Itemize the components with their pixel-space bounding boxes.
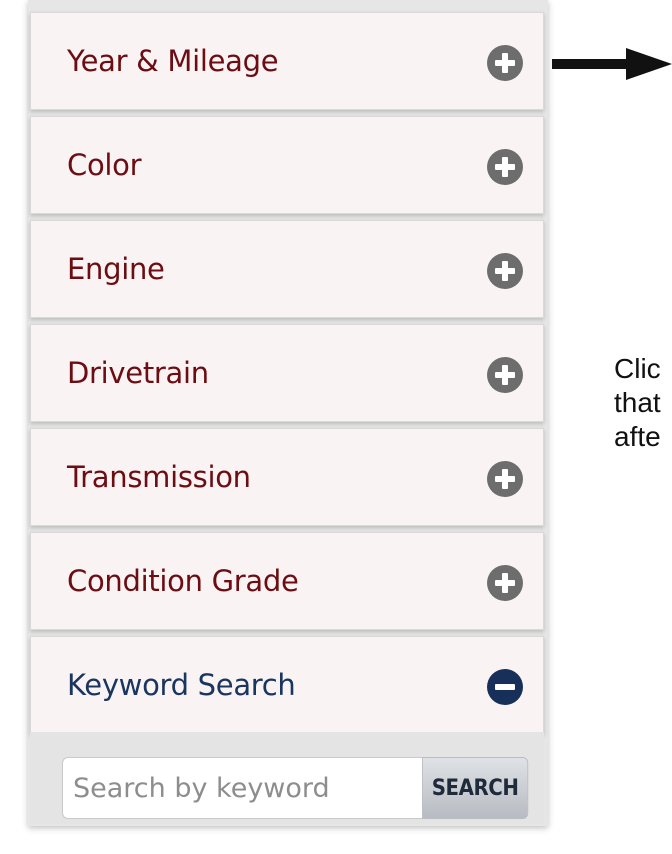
accordion-item-year-mileage[interactable]: Year & Mileage: [30, 12, 544, 110]
plus-circle-icon: [487, 565, 523, 601]
plus-circle-icon: [487, 149, 523, 185]
keyword-search-input[interactable]: [62, 757, 422, 819]
annotation-line: that: [614, 387, 661, 418]
accordion-item-label: Transmission: [67, 460, 251, 494]
annotation-arrow-icon: [552, 48, 672, 80]
plus-circle-icon: [487, 45, 523, 81]
annotation-line: Clic: [614, 353, 661, 384]
annotation-callout-text: Clic that afte: [614, 352, 672, 454]
accordion-item-label: Condition Grade: [67, 564, 299, 598]
accordion-item-label: Year & Mileage: [67, 44, 279, 78]
accordion-item-drivetrain[interactable]: Drivetrain: [30, 324, 544, 422]
minus-circle-icon: [487, 669, 523, 705]
accordion-item-label: Engine: [67, 252, 165, 286]
accordion-item-color[interactable]: Color: [30, 116, 544, 214]
accordion-item-condition-grade[interactable]: Condition Grade: [30, 532, 544, 630]
accordion-item-label: Color: [67, 148, 142, 182]
plus-circle-icon: [487, 253, 523, 289]
accordion-item-engine[interactable]: Engine: [30, 220, 544, 318]
annotation-line: afte: [614, 421, 661, 452]
plus-circle-icon: [487, 461, 523, 497]
accordion-item-transmission[interactable]: Transmission: [30, 428, 544, 526]
keyword-search-panel: SEARCH: [30, 732, 544, 824]
accordion-item-label: Keyword Search: [67, 668, 296, 702]
plus-circle-icon: [487, 357, 523, 393]
search-button[interactable]: SEARCH: [422, 757, 529, 819]
accordion-item-label: Drivetrain: [67, 356, 209, 390]
accordion-item-keyword-search[interactable]: Keyword Search: [30, 636, 544, 734]
